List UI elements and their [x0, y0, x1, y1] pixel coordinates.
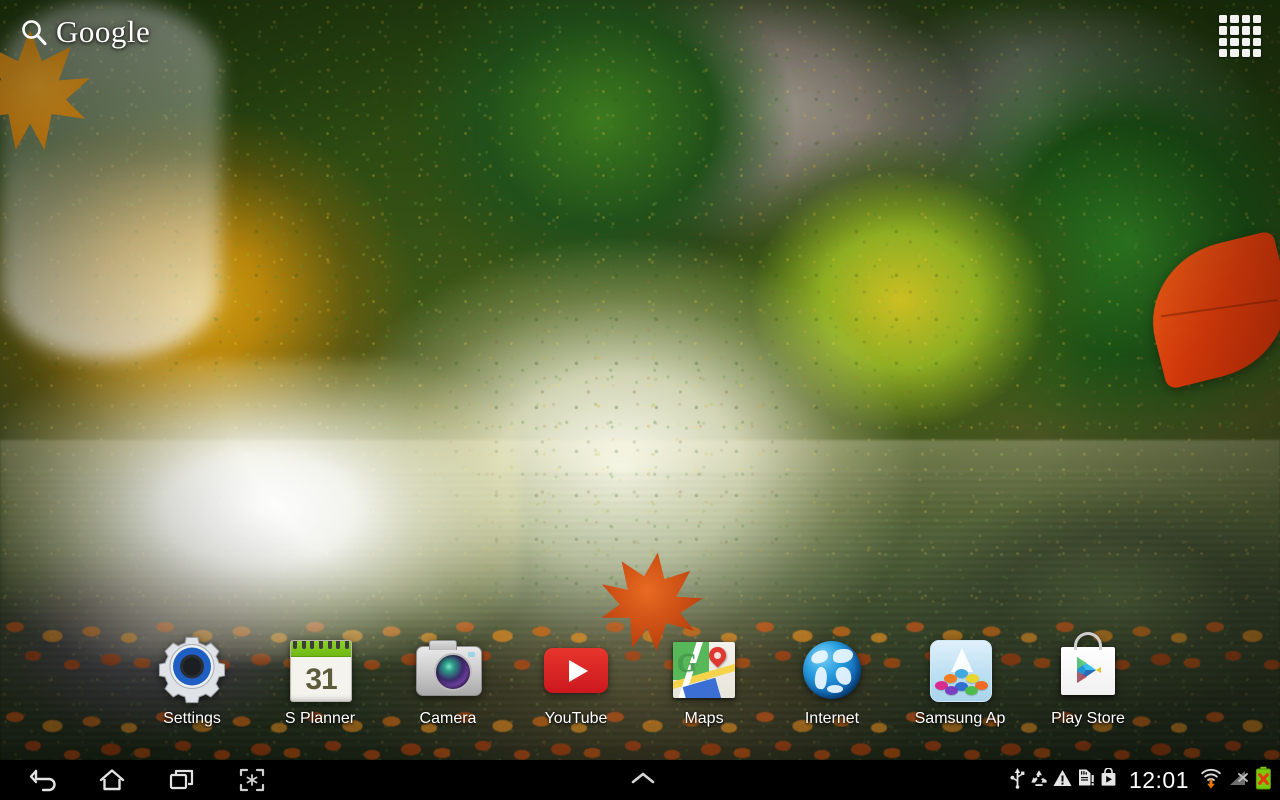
google-brand-text: Google	[56, 14, 151, 49]
play-store-update-icon	[1100, 767, 1117, 792]
grid-cell	[1219, 15, 1228, 24]
app-label: Camera	[419, 710, 477, 727]
wifi-download-icon	[1199, 766, 1223, 795]
app-shortcut-settings[interactable]: Settings	[128, 634, 256, 728]
app-label: Play Store	[1051, 710, 1125, 727]
maps-icon: G	[668, 634, 740, 706]
app-shortcut-s-planner[interactable]: 31 S Planner	[256, 634, 384, 728]
grid-cell	[1219, 37, 1228, 46]
google-search-widget[interactable]: Google	[14, 14, 156, 49]
calendar-icon: 31	[284, 634, 356, 706]
grid-cell	[1252, 26, 1261, 35]
app-label: Samsung Ap	[914, 710, 1006, 727]
screen-capture-icon[interactable]	[228, 760, 276, 800]
app-shortcut-samsung-apps[interactable]: Samsung Ap	[896, 634, 1024, 728]
grid-cell	[1219, 48, 1228, 57]
grid-cell	[1230, 26, 1239, 35]
play-store-icon	[1052, 632, 1124, 706]
recent-apps-icon[interactable]	[158, 760, 206, 800]
sd-card-alert-icon	[1077, 768, 1095, 792]
status-bar[interactable]: 12:01	[1010, 766, 1280, 795]
samsung-apps-icon	[924, 634, 996, 706]
maps-g-glyph: G	[677, 648, 698, 677]
battery-error-icon	[1255, 766, 1272, 795]
app-shortcut-camera[interactable]: Camera	[384, 634, 512, 728]
grid-cell	[1230, 15, 1239, 24]
apps-grid-icon[interactable]	[1216, 12, 1264, 60]
chevron-up-icon	[628, 768, 658, 793]
grid-cell	[1241, 26, 1250, 35]
grid-cell	[1219, 26, 1228, 35]
globe-icon	[796, 634, 868, 706]
app-label: Settings	[163, 710, 221, 727]
app-shortcut-youtube[interactable]: YouTube	[512, 634, 640, 728]
search-icon	[20, 18, 48, 46]
app-label: Maps	[684, 710, 724, 727]
home-icon[interactable]	[88, 760, 136, 800]
sync-recycle-icon	[1030, 769, 1048, 792]
map-pin-icon	[705, 643, 730, 668]
grid-cell	[1252, 37, 1261, 46]
navigation-buttons	[0, 760, 276, 800]
app-label: Internet	[804, 710, 860, 727]
grid-cell	[1230, 37, 1239, 46]
app-shortcut-maps[interactable]: G Maps	[640, 634, 768, 728]
settings-gear-icon	[156, 634, 228, 706]
warning-triangle-icon	[1053, 769, 1072, 792]
home-app-row: Settings 31 S Planner Camera YouTube G M…	[0, 632, 1280, 740]
app-label: S Planner	[284, 710, 356, 727]
grid-cell	[1252, 48, 1261, 57]
grid-cell	[1241, 37, 1250, 46]
camera-icon	[412, 634, 484, 706]
app-shortcut-internet[interactable]: Internet	[768, 634, 896, 728]
back-arrow-icon[interactable]	[18, 760, 66, 800]
usb-icon	[1010, 767, 1025, 794]
app-label: YouTube	[544, 710, 608, 727]
grid-cell	[1241, 48, 1250, 57]
youtube-icon	[540, 634, 612, 706]
grid-cell	[1252, 15, 1261, 24]
signal-muted-icon	[1228, 768, 1250, 793]
status-clock: 12:01	[1128, 766, 1189, 793]
system-bar: 12:01	[0, 760, 1280, 800]
grid-cell	[1241, 15, 1250, 24]
calendar-day-number: 31	[305, 662, 337, 696]
app-shortcut-play-store[interactable]: Play Store	[1024, 632, 1152, 728]
home-screen: Google Settings 31 S Planner Camera YouT…	[0, 0, 1280, 800]
expand-notifications-button[interactable]	[276, 768, 1010, 793]
grid-cell	[1230, 48, 1239, 57]
